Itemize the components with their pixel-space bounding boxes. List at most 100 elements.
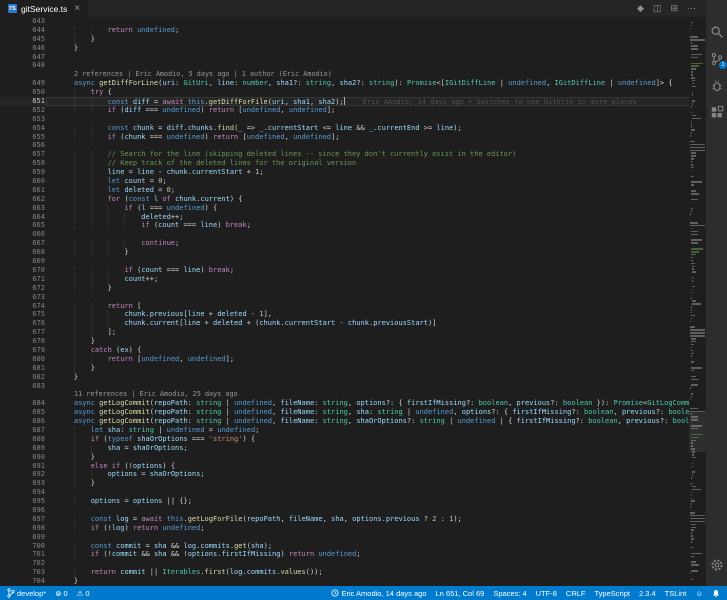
line-number[interactable]: 696 xyxy=(0,506,57,515)
code-row[interactable]: 668 } xyxy=(0,248,706,258)
status-tslint[interactable]: TSLint xyxy=(665,589,687,598)
code-row[interactable]: 676 chunk.current[line + deleted + (chun… xyxy=(0,319,706,329)
line-number[interactable]: 686 xyxy=(0,417,57,426)
line-number[interactable]: 694 xyxy=(0,488,57,497)
code-lines[interactable]: 643 644 return undefined; 645 } 646 } 647 648… xyxy=(0,17,706,586)
debug-icon[interactable] xyxy=(709,78,724,93)
status-ts-version[interactable]: 2.3.4 xyxy=(639,589,656,598)
code-row[interactable]: 698 if (!log) return undefined; xyxy=(0,523,706,533)
code-row[interactable]: 657 // Search for the line (skipping del… xyxy=(0,150,706,160)
status-blame[interactable]: Eric Amodio, 14 days ago xyxy=(331,589,427,598)
line-number[interactable]: 684 xyxy=(0,399,57,408)
line-number[interactable]: 674 xyxy=(0,302,57,311)
code-row[interactable]: 699 xyxy=(0,533,706,542)
search-icon[interactable] xyxy=(709,24,724,39)
code-row[interactable]: 696 xyxy=(0,506,706,515)
line-number[interactable]: 703 xyxy=(0,568,57,577)
code-row[interactable]: 655 if (chunk === undefined) return [und… xyxy=(0,132,706,142)
status-eol[interactable]: CRLF xyxy=(566,589,586,598)
line-number[interactable]: 666 xyxy=(0,230,57,239)
line-number[interactable]: 672 xyxy=(0,284,57,293)
line-number[interactable]: 658 xyxy=(0,159,57,168)
code-row[interactable]: 691 else if (!options) { xyxy=(0,461,706,471)
line-number[interactable]: 645 xyxy=(0,35,57,44)
code-row[interactable]: 654 const chunk = diff.chunks.find(_ => … xyxy=(0,123,706,133)
code-row[interactable]: 667 continue; xyxy=(0,239,706,249)
line-number[interactable]: 681 xyxy=(0,364,57,373)
line-number[interactable]: 698 xyxy=(0,524,57,533)
line-number[interactable]: 688 xyxy=(0,435,57,444)
line-number[interactable]: 695 xyxy=(0,497,57,506)
code-row[interactable]: 700 const commit = sha && log.commits.ge… xyxy=(0,541,706,551)
code-row[interactable]: 666 xyxy=(0,230,706,239)
line-number[interactable]: 682 xyxy=(0,373,57,382)
line-number[interactable]: 675 xyxy=(0,310,57,319)
status-branch[interactable]: develop* xyxy=(7,588,46,598)
code-row[interactable]: 671 count++; xyxy=(0,274,706,284)
line-number[interactable]: 678 xyxy=(0,337,57,346)
code-row[interactable]: 692 options = shaOrOptions; xyxy=(0,470,706,480)
code-editor[interactable]: 643 644 return undefined; 645 } 646 } 647 648… xyxy=(0,17,706,586)
line-number[interactable]: 661 xyxy=(0,186,57,195)
code-row[interactable]: 661 let deleted = 0; xyxy=(0,185,706,195)
line-number[interactable]: 690 xyxy=(0,453,57,462)
line-number[interactable]: 702 xyxy=(0,559,57,568)
code-row[interactable]: 678 } xyxy=(0,337,706,346)
line-number[interactable]: 662 xyxy=(0,195,57,204)
line-number[interactable]: 668 xyxy=(0,248,57,257)
codelens-text[interactable]: 2 references | Eric Amodio, 5 days ago |… xyxy=(57,70,706,79)
tab-gitservice-ts[interactable]: TS gitService.ts × xyxy=(0,0,90,17)
code-row[interactable]: 693 } xyxy=(0,479,706,489)
line-number[interactable]: 704 xyxy=(0,577,57,586)
line-number[interactable]: 693 xyxy=(0,479,57,488)
code-row[interactable]: 662 for (const l of chunk.current) { xyxy=(0,194,706,204)
settings-gear-icon[interactable] xyxy=(709,557,724,572)
code-row[interactable]: 703 return commit || Iterables.first(log… xyxy=(0,568,706,578)
code-row[interactable]: 651 const diff = await this.getDiffForFi… xyxy=(0,97,706,106)
status-cursor-position[interactable]: Ln 651, Col 69 xyxy=(436,589,485,598)
line-number[interactable]: 665 xyxy=(0,221,57,230)
code-row[interactable]: 660 let count = 0; xyxy=(0,177,706,186)
line-number[interactable]: 646 xyxy=(0,44,57,53)
line-number[interactable]: 680 xyxy=(0,355,57,364)
code-row[interactable]: 694 xyxy=(0,488,706,497)
code-row[interactable]: 675 chunk.previous[line + deleted - 1], xyxy=(0,310,706,320)
code-row[interactable]: 679 catch (ex) { xyxy=(0,345,706,355)
code-row[interactable]: 650 try { xyxy=(0,88,706,98)
line-number[interactable]: 671 xyxy=(0,275,57,284)
status-feedback[interactable]: ☺ xyxy=(695,589,703,598)
codelens-row[interactable]: 2 references | Eric Amodio, 5 days ago |… xyxy=(0,70,706,79)
status-indentation[interactable]: Spaces: 4 xyxy=(493,589,526,598)
code-row[interactable]: 674 return [ xyxy=(0,301,706,311)
code-row[interactable]: 663 if (l === undefined) { xyxy=(0,203,706,213)
line-number[interactable]: 648 xyxy=(0,61,57,70)
code-row[interactable]: 685 async getLogCommit(repoPath: string … xyxy=(0,408,706,417)
codelens-row[interactable]: 11 references | Eric Amodio, 25 days ago xyxy=(0,390,706,399)
line-number[interactable]: 650 xyxy=(0,88,57,97)
line-number[interactable] xyxy=(0,390,57,399)
line-number[interactable]: 655 xyxy=(0,133,57,142)
code-row[interactable]: 643 xyxy=(0,17,706,26)
status-encoding[interactable]: UTF-8 xyxy=(536,589,557,598)
line-number[interactable]: 669 xyxy=(0,257,57,266)
line-number[interactable]: 677 xyxy=(0,328,57,337)
line-number[interactable] xyxy=(0,70,57,79)
open-changes-icon[interactable]: ◆ xyxy=(637,3,644,14)
line-number[interactable]: 649 xyxy=(0,79,57,88)
code-row[interactable]: 673 xyxy=(0,293,706,302)
line-number[interactable]: 685 xyxy=(0,408,57,417)
editor-layout-icon[interactable]: ⊞ xyxy=(670,3,678,14)
extensions-icon[interactable] xyxy=(709,105,724,120)
line-number[interactable]: 691 xyxy=(0,462,57,471)
line-number[interactable]: 670 xyxy=(0,266,57,275)
code-row[interactable]: 664 deleted++; xyxy=(0,212,706,222)
code-row[interactable]: 670 if (count === line) break; xyxy=(0,265,706,275)
line-number[interactable]: 701 xyxy=(0,550,57,559)
code-row[interactable]: 652 if (diff === undefined) return [unde… xyxy=(0,105,706,115)
line-number[interactable]: 643 xyxy=(0,17,57,26)
code-row[interactable]: 684 async getLogCommit(repoPath: string … xyxy=(0,399,706,408)
code-row[interactable]: 656 xyxy=(0,141,706,150)
code-row[interactable]: 687 let sha: string | undefined = undefi… xyxy=(0,425,706,435)
code-row[interactable]: 649 async getDiffForLine(uri: GitUri, li… xyxy=(0,79,706,88)
code-row[interactable]: 695 options = options || {}; xyxy=(0,497,706,506)
